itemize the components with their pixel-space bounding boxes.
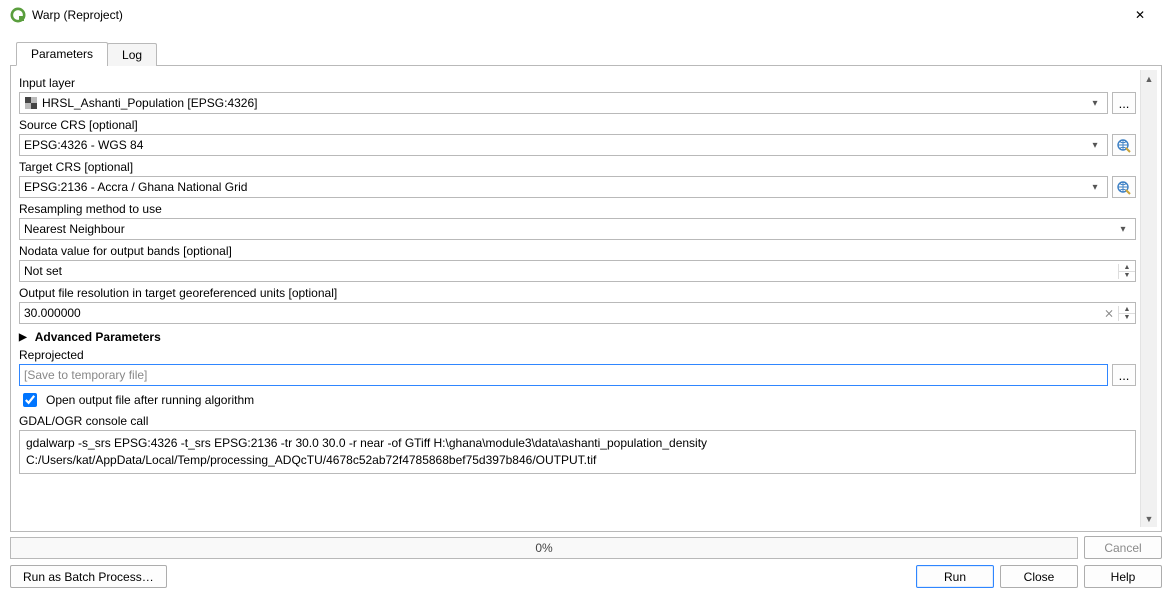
raster-layer-icon [24,96,38,110]
progress-text: 0% [535,541,552,555]
resolution-clear-button[interactable]: ⨯ [1100,306,1118,320]
dialog-body: Parameters Log Input layer [0,30,1172,596]
reprojected-placeholder: [Save to temporary file] [24,368,147,382]
dialog-window: Warp (Reproject) ✕ Parameters Log Input … [0,0,1172,596]
advanced-label: Advanced Parameters [35,330,161,344]
target-crs-value: EPSG:2136 - Accra / Ghana National Grid [24,180,1087,194]
target-crs-combo[interactable]: EPSG:2136 - Accra / Ghana National Grid … [19,176,1108,198]
chevron-down-icon: ▾ [1087,98,1103,109]
help-button[interactable]: Help [1084,565,1162,588]
chevron-down-icon: ▾ [1115,224,1131,235]
globe-icon [1116,179,1132,195]
label-input-layer: Input layer [19,76,1136,90]
resolution-value: 30.000000 [24,306,1100,320]
resolution-spin-up[interactable]: ▲ [1119,306,1135,314]
close-button[interactable]: Close [1000,565,1078,588]
target-crs-picker-button[interactable] [1112,176,1136,198]
window-close-button[interactable]: ✕ [1118,0,1162,30]
close-icon: ✕ [1135,8,1145,22]
scroll-up-button[interactable]: ▲ [1141,70,1157,87]
parameters-panel: Input layer HRSL_Ashanti_Population [EPS… [10,66,1162,532]
source-crs-value: EPSG:4326 - WGS 84 [24,138,1087,152]
chevron-down-icon: ▾ [1087,182,1103,193]
label-nodata: Nodata value for output bands [optional] [19,244,1136,258]
open-output-checkbox[interactable] [23,393,37,407]
nodata-spin-down[interactable]: ▼ [1119,272,1135,279]
source-crs-picker-button[interactable] [1112,134,1136,156]
resampling-combo[interactable]: Nearest Neighbour ▾ [19,218,1136,240]
open-output-label: Open output file after running algorithm [46,393,254,407]
run-batch-button[interactable]: Run as Batch Process… [10,565,167,588]
progress-bar: 0% [10,537,1078,559]
parameters-scroll: Input layer HRSL_Ashanti_Population [EPS… [15,70,1140,527]
tab-parameters[interactable]: Parameters [16,42,108,66]
bottom-bar: 0% Cancel Run as Batch Process… Run Clos… [10,532,1162,588]
parameters-scrollbar[interactable]: ▲ ▼ [1140,70,1157,527]
qgis-icon [10,7,26,23]
label-source-crs: Source CRS [optional] [19,118,1136,132]
window-title: Warp (Reproject) [32,8,1118,22]
run-button[interactable]: Run [916,565,994,588]
nodata-value: Not set [24,264,1118,278]
titlebar: Warp (Reproject) ✕ [0,0,1172,30]
resolution-spinbox[interactable]: 30.000000 ⨯ ▲ ▼ [19,302,1136,324]
label-target-crs: Target CRS [optional] [19,160,1136,174]
source-crs-combo[interactable]: EPSG:4326 - WGS 84 ▾ [19,134,1108,156]
nodata-spinbox[interactable]: Not set ▲ ▼ [19,260,1136,282]
reprojected-browse-button[interactable]: ... [1112,364,1136,386]
resampling-value: Nearest Neighbour [24,222,1115,236]
label-resampling: Resampling method to use [19,202,1136,216]
label-reprojected: Reprojected [19,348,1136,362]
scroll-down-button[interactable]: ▼ [1141,510,1157,527]
input-layer-value: HRSL_Ashanti_Population [EPSG:4326] [42,96,1087,110]
input-layer-combo[interactable]: HRSL_Ashanti_Population [EPSG:4326] ▾ [19,92,1108,114]
input-layer-browse-button[interactable]: ... [1112,92,1136,114]
advanced-toggle[interactable]: ▶ Advanced Parameters [19,330,1136,344]
chevron-down-icon: ▾ [1087,140,1103,151]
globe-icon [1116,137,1132,153]
console-call-text: gdalwarp -s_srs EPSG:4326 -t_srs EPSG:21… [19,430,1136,474]
label-resolution: Output file resolution in target georefe… [19,286,1136,300]
nodata-spin-up[interactable]: ▲ [1119,264,1135,272]
tab-bar: Parameters Log [10,40,1162,66]
tab-log[interactable]: Log [107,43,157,66]
cancel-button: Cancel [1084,536,1162,559]
reprojected-output-input[interactable]: [Save to temporary file] [19,364,1108,386]
resolution-spin-down[interactable]: ▼ [1119,314,1135,321]
scroll-track[interactable] [1141,87,1157,510]
label-console-call: GDAL/OGR console call [19,414,1136,428]
caret-right-icon: ▶ [19,332,27,343]
